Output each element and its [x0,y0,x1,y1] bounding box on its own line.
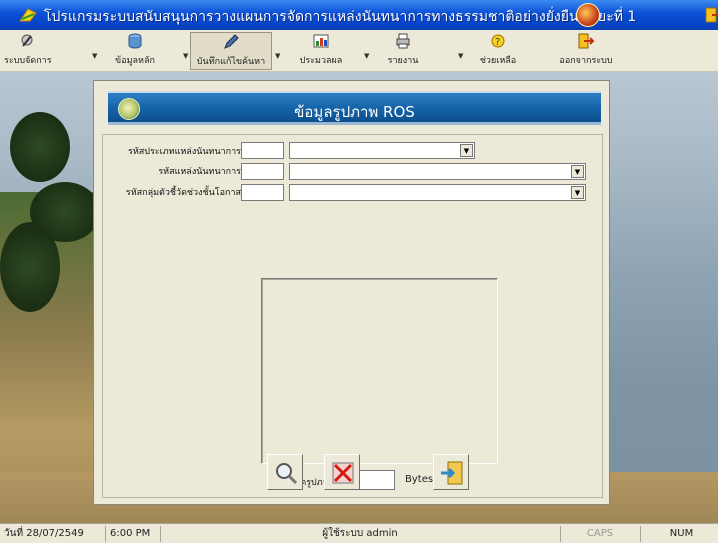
edit-icon [224,34,239,49]
chevron-down-icon[interactable]: ▼ [364,52,372,60]
toolbar-label: ระบบจัดการ [4,56,52,66]
status-date: วันที่ 28/07/2549 [4,528,84,539]
toolbar-logout-button[interactable]: ออกจากระบบ [556,32,616,70]
toolbar-system-button[interactable]: ระบบจัดการ [4,32,52,70]
status-time: 6:00 PM [105,526,155,542]
system-icon [21,34,33,47]
exit-button[interactable] [433,454,469,490]
recreation-site-select[interactable]: ▼ [289,163,586,180]
title-bar: โปรแกรมระบบสนับสนุนการวางแผนการจัดการแหล… [0,0,718,30]
toolbar-label: ประมวลผล [299,56,343,66]
magnifier-icon [276,463,298,485]
toolbar-label: บันทึกแก้ไขค้นหา [196,57,266,67]
exit-arrow-icon[interactable] [704,6,718,24]
image-size-unit: Bytes [405,474,434,485]
exit-icon [441,461,463,485]
toolbar-edit-button[interactable]: บันทึกแก้ไขค้นหา [190,32,272,70]
delete-button[interactable] [324,454,360,490]
toolbar-process-button[interactable]: ประมวลผล [296,32,346,70]
recreation-type-code-label: รหัสประเภทแหล่งนันทนาการ [127,147,241,157]
chevron-down-icon[interactable]: ▼ [275,52,283,60]
toolbar-help-button[interactable]: ? ช่วยเหลือ [478,32,518,70]
form-title: ข้อมูลรูปภาพ ROS [294,103,415,121]
recreation-site-code-input[interactable] [241,163,284,180]
status-user: ผู้ใช้ระบบ admin [160,526,555,542]
opportunity-indicator-select[interactable]: ▼ [289,184,586,201]
svg-text:?: ? [495,37,500,48]
logout-icon [578,33,595,49]
toolbar-label: ช่วยเหลือ [479,56,517,66]
recreation-type-code-input[interactable] [241,142,284,159]
recreation-site-code-label: รหัสแหล่งนันทนาการ [158,167,241,177]
form-header: ข้อมูลรูปภาพ ROS [108,91,601,125]
help-icon: ? [491,34,505,48]
ros-image-form: ข้อมูลรูปภาพ ROS รหัสประเภทแหล่งนันทนากา… [93,80,610,505]
app-icon [19,8,37,22]
status-num: NUM [640,526,718,542]
chevron-down-icon[interactable]: ▼ [92,52,100,60]
report-icon [396,33,410,49]
chevron-down-icon[interactable]: ▼ [571,186,584,199]
window-title: โปรแกรมระบบสนับสนุนการวางแผนการจัดการแหล… [44,9,637,25]
image-preview [261,278,498,464]
status-bar: วันที่ 28/07/2549 6:00 PM ผู้ใช้ระบบ adm… [0,523,718,543]
main-toolbar: ระบบจัดการ ▼ ข้อมูลหลัก ▼ บันทึกแก้ไขค้น… [0,30,718,72]
toolbar-label: ข้อมูลหลัก [115,56,155,66]
browse-button[interactable] [267,454,303,490]
process-icon [313,34,329,48]
org-logo-icon [576,3,600,27]
form-body: รหัสประเภทแหล่งนันทนาการ ▼ รหัสแหล่งนันท… [102,134,603,498]
status-caps: CAPS [560,526,635,542]
recreation-type-select[interactable]: ▼ [289,142,475,159]
data-icon [128,33,142,49]
toolbar-label: ออกจากระบบ [559,56,613,66]
chevron-down-icon[interactable]: ▼ [571,165,584,178]
toolbar-label: รายงาน [387,56,419,66]
delete-icon [332,462,354,484]
opportunity-indicator-code-label: รหัสกลุ่มตัวชี้วัดช่วงชั้นโอกาส [125,188,241,198]
chevron-down-icon[interactable]: ▼ [458,52,466,60]
chevron-down-icon[interactable]: ▼ [460,144,473,157]
toolbar-report-button[interactable]: รายงาน [384,32,422,70]
opportunity-indicator-code-input[interactable] [241,184,284,201]
toolbar-data-button[interactable]: ข้อมูลหลัก [112,32,158,70]
